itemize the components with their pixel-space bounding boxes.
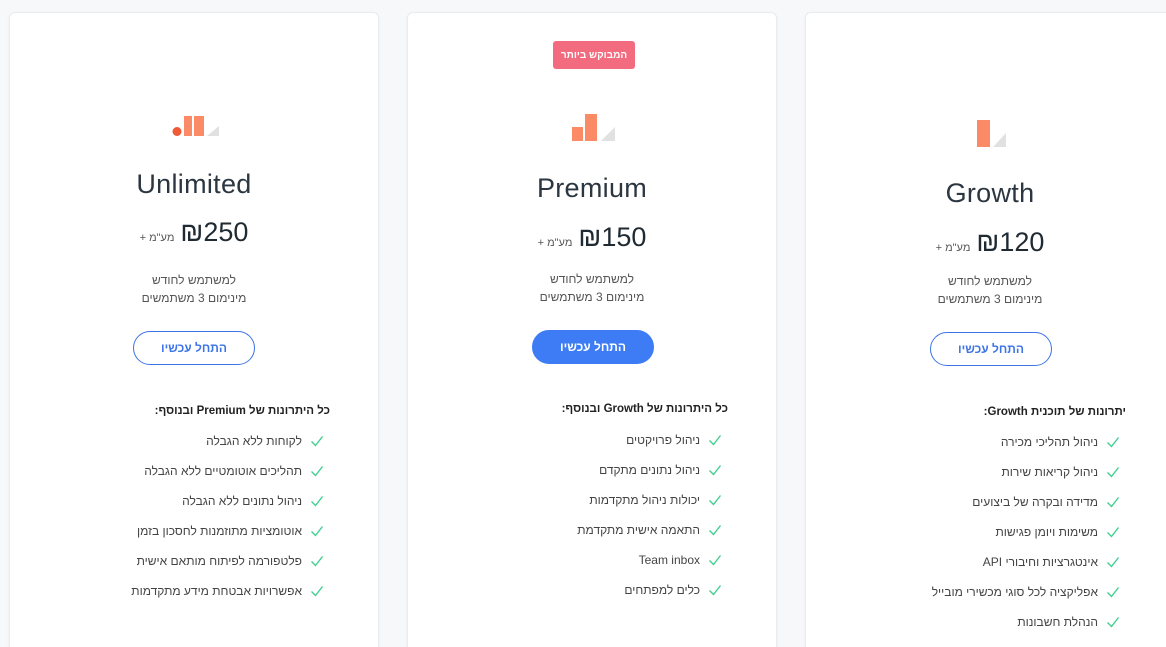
features-heading: יתרונות של תוכנית Growth: — [983, 406, 1126, 418]
feature-text: ניהול נתונים ללא הגבלה — [182, 494, 302, 508]
check-icon — [709, 555, 722, 566]
plan-subtext: למשתמש לחודש מינימום 3 משתמשים — [408, 270, 776, 306]
price-row: + מע"מ ₪250 — [10, 217, 378, 248]
plan-card-unlimited: Unlimited + מע"מ ₪250 למשתמש לחודש מינימ… — [9, 12, 379, 647]
check-icon — [1107, 467, 1120, 478]
feature-text: אפליקציה לכל סוגי מכשירי מובייל — [931, 585, 1098, 599]
list-item: הנהלת חשבונות — [932, 607, 1120, 637]
price-row: + מע"מ ₪150 — [408, 222, 776, 253]
list-item: ניהול קריאות שירות — [932, 457, 1120, 487]
check-icon — [709, 585, 722, 596]
feature-text: אינטגרציות וחיבורי API — [982, 555, 1098, 569]
feature-text: אוטומציות מתוזמנות לחסכון בזמן — [136, 524, 302, 538]
plan-card-premium: המבוקש ביותר Premium + מע"מ ₪150 למשתמש … — [407, 12, 777, 647]
list-item: יכולות ניהול מתקדמות — [577, 485, 722, 515]
pricing-page: Unlimited + מע"מ ₪250 למשתמש לחודש מינימ… — [0, 0, 1166, 647]
feature-text: אפשרויות אבטחת מידע מתקדמות — [131, 584, 302, 598]
feature-text: הנהלת חשבונות — [1017, 615, 1098, 629]
start-now-button[interactable]: התחל עכשיו — [133, 331, 255, 365]
features-list: ניהול פרויקטים ניהול נתונים מתקדם יכולות… — [577, 425, 722, 605]
check-icon — [1107, 587, 1120, 598]
features-list: לקוחות ללא הגבלה תהליכים אוטומטיים ללא ה… — [131, 426, 324, 606]
check-icon — [1107, 497, 1120, 508]
plan-card-growth: Growth + מע"מ ₪120 למשתמש לחודש מינימום … — [805, 12, 1166, 647]
vat-label: + מע"מ — [935, 242, 971, 254]
list-item: מדידה ובקרה של ביצועים — [932, 487, 1120, 517]
feature-text: ניהול קריאות שירות — [1001, 465, 1098, 479]
minimum-users-label: מינימום 3 משתמשים — [937, 292, 1043, 306]
feature-text: לקוחות ללא הגבלה — [206, 434, 302, 448]
feature-text: ניהול נתונים מתקדם — [599, 463, 700, 477]
list-item: ניהול נתונים מתקדם — [577, 455, 722, 485]
per-user-label: למשתמש לחודש — [549, 272, 635, 286]
plan-subtext: למשתמש לחודש מינימום 3 משתמשים — [10, 271, 378, 307]
list-item: אפליקציה לכל סוגי מכשירי מובייל — [932, 577, 1120, 607]
plan-price: ₪150 — [578, 222, 647, 252]
minimum-users-label: מינימום 3 משתמשים — [539, 290, 645, 304]
feature-text: התאמה אישית מתקדמת — [577, 523, 700, 537]
check-icon — [311, 586, 324, 597]
plan-title: Premium — [536, 173, 648, 203]
check-icon — [709, 435, 722, 446]
most-popular-badge: המבוקש ביותר — [553, 41, 635, 69]
check-icon — [709, 495, 722, 506]
features-heading: כל היתרונות של Growth ובנוסף: — [561, 403, 728, 415]
list-item: אפשרויות אבטחת מידע מתקדמות — [131, 576, 324, 606]
feature-text: ניהול פרויקטים — [626, 433, 700, 447]
bar-chart-logo-icon — [572, 114, 615, 141]
list-item: ניהול נתונים ללא הגבלה — [131, 486, 324, 516]
feature-text: מדידה ובקרה של ביצועים — [972, 495, 1098, 509]
check-icon — [311, 556, 324, 567]
feature-text: תהליכים אוטומטיים ללא הגבלה — [144, 464, 302, 478]
check-icon — [709, 465, 722, 476]
plan-price: ₪250 — [180, 217, 249, 247]
features-heading: כל היתרונות של Premium ובנוסף: — [154, 405, 330, 417]
feature-text: פלטפורמה לפיתוח מותאם אישית — [136, 554, 302, 568]
feature-text: כלים למפתחים — [624, 583, 700, 597]
check-icon — [1107, 617, 1120, 628]
features-list: ניהול תהליכי מכירה ניהול קריאות שירות מד… — [932, 427, 1120, 637]
check-icon — [1107, 557, 1120, 568]
vat-label: + מע"מ — [537, 237, 573, 249]
list-item: פלטפורמה לפיתוח מותאם אישית — [131, 546, 324, 576]
plan-title: Unlimited — [136, 169, 252, 199]
list-item: לקוחות ללא הגבלה — [131, 426, 324, 456]
feature-text: יכולות ניהול מתקדמות — [589, 493, 700, 507]
vat-label: + מע"מ — [139, 232, 175, 244]
per-user-label: למשתמש לחודש — [151, 273, 237, 287]
plan-title: Growth — [945, 178, 1035, 208]
minimum-users-label: מינימום 3 משתמשים — [141, 291, 247, 305]
list-item: ניהול תהליכי מכירה — [932, 427, 1120, 457]
check-icon — [1107, 437, 1120, 448]
start-now-button[interactable]: התחל עכשיו — [532, 330, 654, 364]
list-item: כלים למפתחים — [577, 575, 722, 605]
feature-text: ניהול תהליכי מכירה — [1000, 435, 1098, 449]
list-item: תהליכים אוטומטיים ללא הגבלה — [131, 456, 324, 486]
list-item: אינטגרציות וחיבורי API — [932, 547, 1120, 577]
bar-chart-logo-icon — [172, 116, 219, 136]
check-icon — [709, 525, 722, 536]
feature-text: Team inbox — [638, 553, 700, 567]
list-item: התאמה אישית מתקדמת — [577, 515, 722, 545]
plan-price: ₪120 — [976, 227, 1045, 257]
feature-text: משימות ויומן פגישות — [995, 525, 1098, 539]
list-item: משימות ויומן פגישות — [932, 517, 1120, 547]
list-item: אוטומציות מתוזמנות לחסכון בזמן — [131, 516, 324, 546]
list-item: Team inbox — [577, 545, 722, 575]
check-icon — [1107, 527, 1120, 538]
price-row: + מע"מ ₪120 — [806, 227, 1166, 258]
start-now-button[interactable]: התחל עכשיו — [930, 332, 1052, 366]
plan-subtext: למשתמש לחודש מינימום 3 משתמשים — [806, 272, 1166, 308]
list-item: ניהול פרויקטים — [577, 425, 722, 455]
bar-chart-logo-icon — [977, 120, 1006, 147]
check-icon — [311, 466, 324, 477]
per-user-label: למשתמש לחודש — [947, 274, 1033, 288]
check-icon — [311, 526, 324, 537]
check-icon — [311, 436, 324, 447]
check-icon — [311, 496, 324, 507]
